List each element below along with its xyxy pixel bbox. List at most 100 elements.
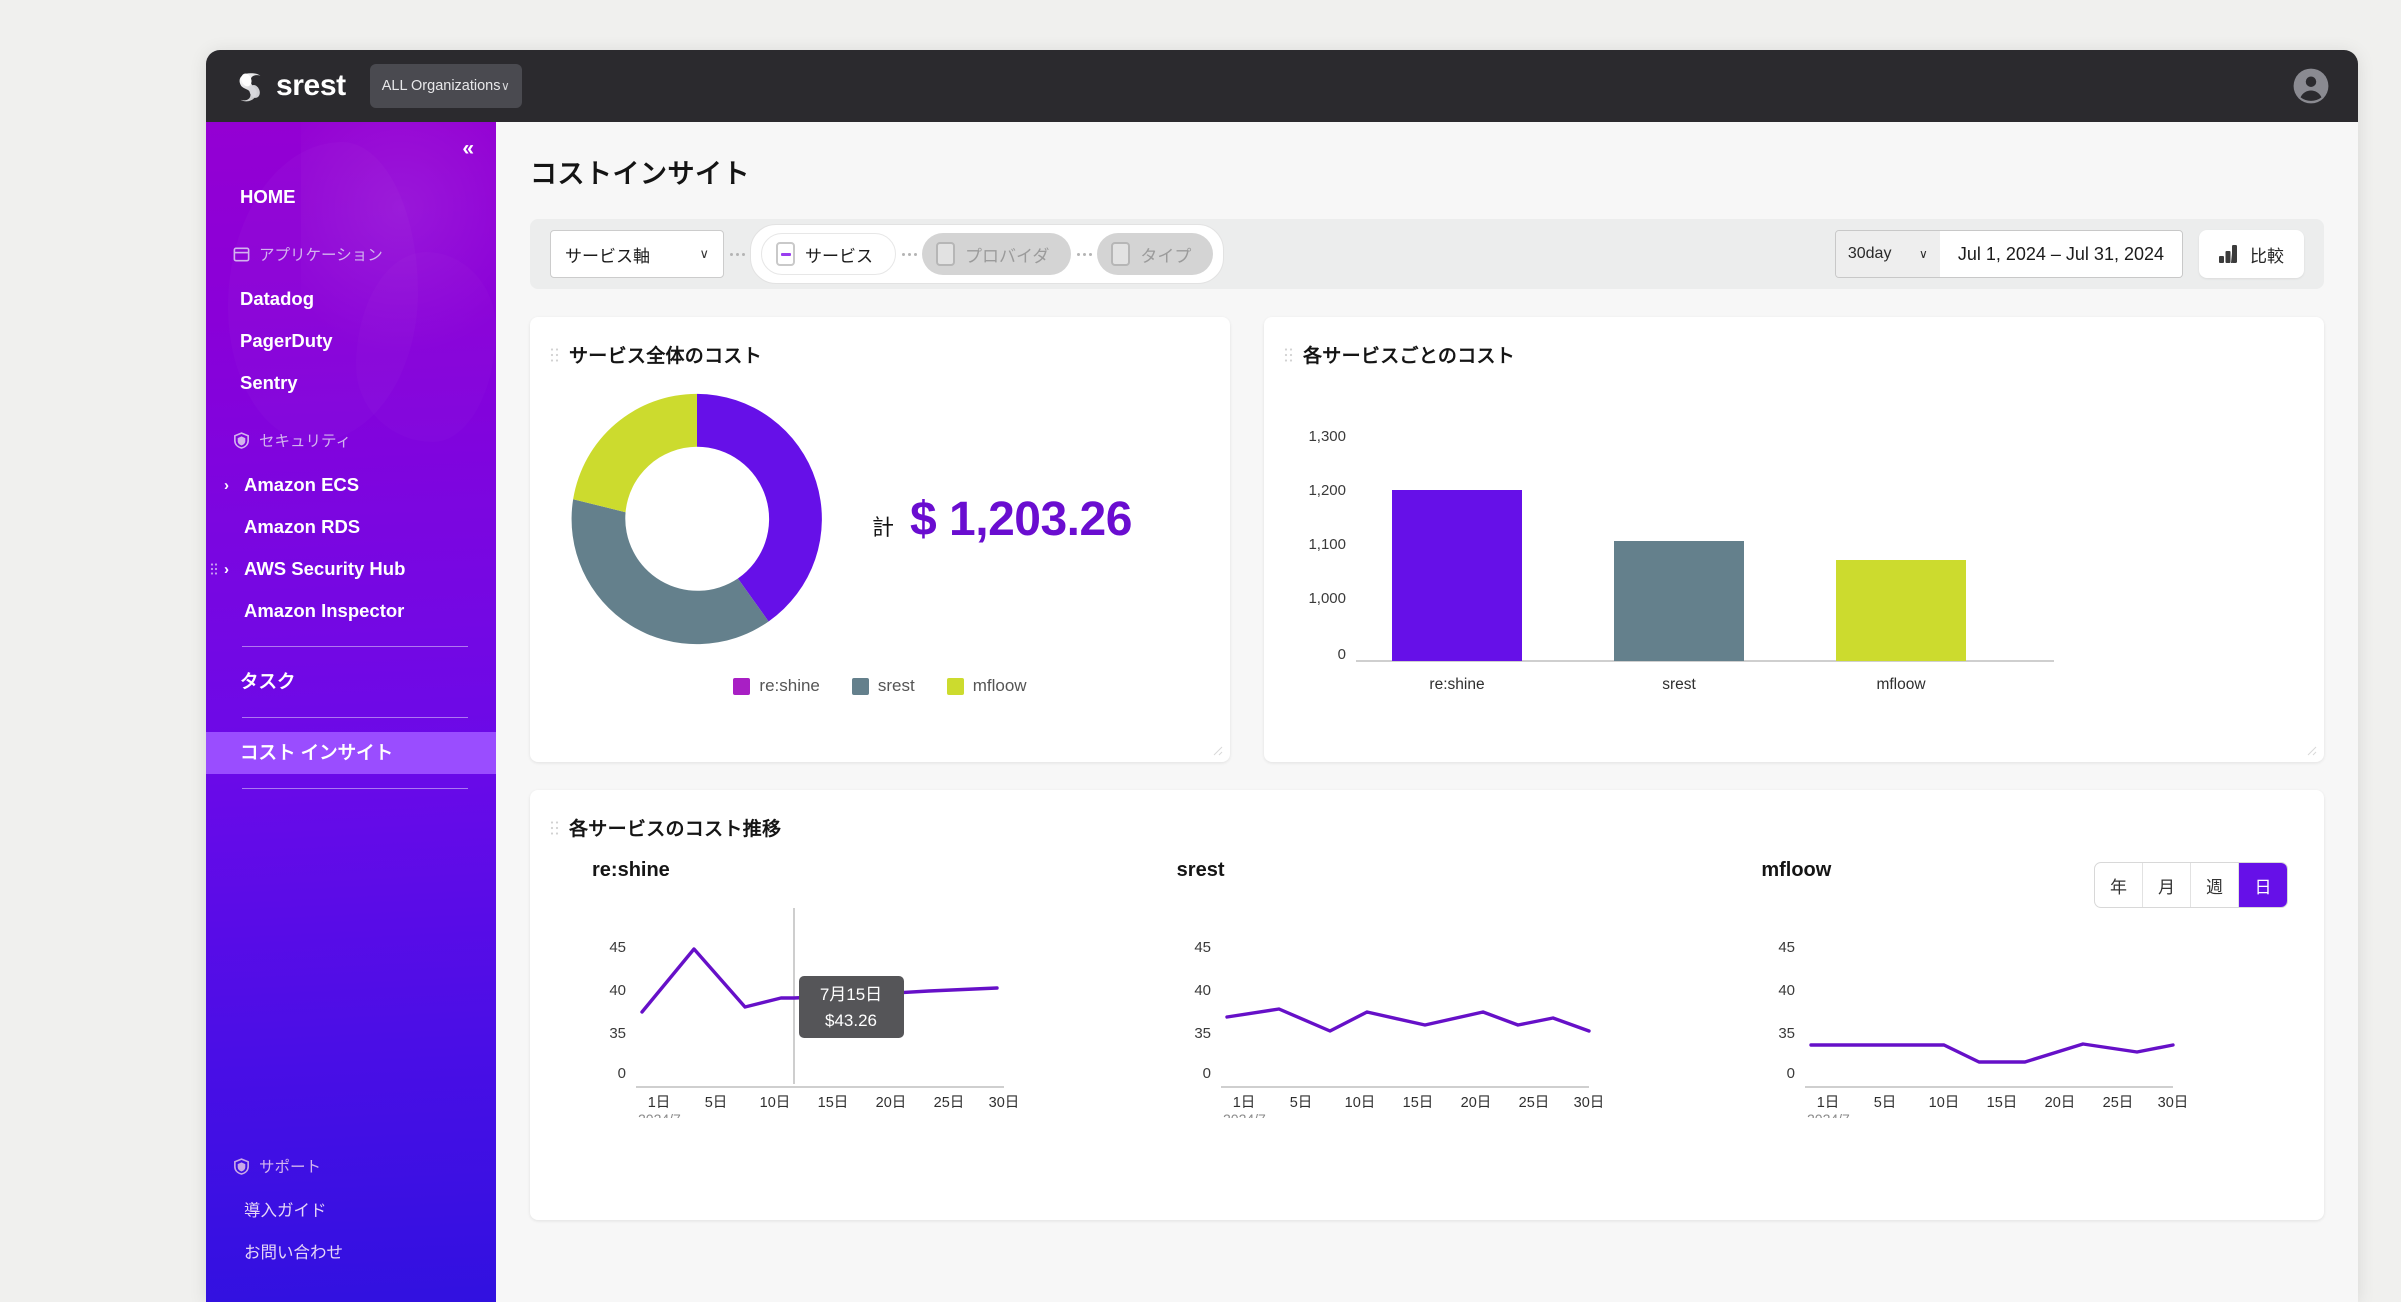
total-cost: 計 $ 1,203.26 — [872, 492, 1132, 547]
resize-handle-icon[interactable] — [2305, 744, 2317, 756]
checkbox-icon — [936, 242, 955, 266]
x-tick-label: 1日 — [1817, 1095, 1840, 1111]
date-range-group: 30day ∨ Jul 1, 2024 – Jul 31, 2024 — [1834, 230, 2183, 278]
filter-bar: サービス軸 ∨ サービス プロバイダ タイプ 30day ∨ Jul 1, 20… — [530, 219, 2324, 289]
x-tick-label: 30日 — [1573, 1095, 1604, 1111]
trend-line — [1224, 1007, 1591, 1033]
avatar[interactable] — [2290, 65, 2332, 107]
y-tick-label: 0 — [1787, 1065, 1795, 1082]
cards-row: サービス全体のコスト 計 $ 1,203.26 re:shine srest m… — [530, 317, 2324, 762]
sidebar-item-label: AWS Security Hub — [244, 558, 406, 579]
filter-chip-label: サービス — [805, 246, 873, 266]
sidebar-item-label: Amazon ECS — [244, 474, 360, 495]
segment-day[interactable]: 日 — [2239, 863, 2287, 907]
legend-item[interactable]: srest — [851, 676, 915, 696]
card-title: サービス全体のコスト — [569, 346, 763, 367]
segment-year[interactable]: 年 — [2095, 863, 2143, 907]
x-axis-label: 2024/7 — [1807, 1111, 1850, 1118]
sidebar-item-home[interactable]: HOME — [206, 176, 496, 218]
filter-chip-provider[interactable]: プロバイダ — [922, 233, 1072, 275]
line-chart-mfloow[interactable]: 45 40 35 0 1日 5日 10日 15日 20日 25日 30日 — [1723, 888, 2203, 1118]
x-tick-label: 10日 — [760, 1095, 791, 1111]
x-tick-label: 10日 — [1929, 1095, 1960, 1111]
sidebar-item-cost-insight[interactable]: コスト インサイト — [206, 732, 496, 774]
x-tick-label: re:shine — [1429, 676, 1484, 693]
sidebar-item-sentry[interactable]: Sentry — [206, 362, 496, 404]
filter-chip-service[interactable]: サービス — [761, 233, 896, 275]
sidebar-section-label: アプリケーション — [259, 247, 383, 264]
bar-chart[interactable]: 1,300 1,200 1,100 1,000 0 re:shine srest… — [1264, 378, 2094, 728]
compare-button-label: 比較 — [2250, 246, 2284, 266]
segment-week[interactable]: 週 — [2191, 863, 2239, 907]
sidebar-item-aws-security-hub[interactable]: › AWS Security Hub — [206, 548, 496, 590]
y-tick-label: 1,300 — [1308, 428, 1346, 445]
sidebar-item-datadog[interactable]: Datadog — [206, 278, 496, 320]
donut-slice-srest — [571, 499, 769, 645]
drag-handle-icon[interactable] — [210, 563, 218, 576]
trend-granularity-control: 年 月 週 日 — [2094, 862, 2288, 908]
chevron-down-icon: ∨ — [699, 246, 709, 261]
x-tick-label: 20日 — [1460, 1095, 1491, 1111]
donut-chart[interactable] — [558, 380, 836, 658]
y-tick-label: 1,200 — [1308, 482, 1346, 499]
organization-select-value: ALL Organizations — [381, 78, 501, 94]
bar-srest — [1614, 541, 1744, 661]
legend-label: mfloow — [972, 676, 1027, 695]
connector-dots — [724, 252, 750, 256]
filter-chip-type[interactable]: タイプ — [1097, 233, 1214, 275]
sidebar-nav: HOME アプリケーション Datadog PagerDuty Sentry セ… — [206, 124, 496, 789]
drag-handle-icon[interactable] — [550, 347, 559, 363]
filter-right-controls: 30day ∨ Jul 1, 2024 – Jul 31, 2024 比較 — [1834, 230, 2304, 278]
brand[interactable]: srest — [234, 70, 346, 103]
tooltip-date: 7月15日 — [820, 985, 882, 1004]
line-chart-reshine[interactable]: 45 40 35 0 7月15日 $43.26 1日 5日 10日 15日 20… — [554, 888, 1034, 1118]
sidebar-item-amazon-inspector[interactable]: Amazon Inspector — [206, 590, 496, 632]
x-tick-label: 15日 — [1402, 1095, 1433, 1111]
x-tick-label: 5日 — [705, 1095, 728, 1111]
sidebar-item-amazon-ecs[interactable]: › Amazon ECS — [206, 464, 496, 506]
page-title: コストインサイト — [530, 159, 750, 189]
sidebar-section-label: セキュリティ — [259, 433, 352, 450]
y-tick-label: 40 — [1779, 982, 1796, 999]
sidebar-item-onboarding-guide[interactable]: 導入ガイド — [206, 1190, 496, 1232]
donut-legend: re:shine srest mfloow — [530, 676, 1230, 696]
x-tick-label: 25日 — [2103, 1095, 2134, 1111]
y-tick-label: 45 — [1779, 939, 1796, 956]
tooltip-value: $43.26 — [825, 1011, 877, 1030]
x-axis-label: 2024/7 — [638, 1111, 681, 1118]
sidebar-item-amazon-rds[interactable]: Amazon RDS — [206, 506, 496, 548]
drag-handle-icon[interactable] — [1284, 347, 1293, 363]
card-header: サービス全体のコスト — [530, 317, 1230, 368]
drag-handle-icon[interactable] — [550, 820, 559, 836]
connector-dots — [896, 252, 922, 256]
legend-item[interactable]: re:shine — [733, 676, 820, 696]
compare-button[interactable]: 比較 — [2199, 230, 2304, 278]
y-tick-label: 45 — [609, 939, 626, 956]
bar-chart-icon — [2219, 244, 2237, 263]
resize-handle-icon[interactable] — [1211, 744, 1223, 756]
range-preset-value: 30day — [1847, 245, 1892, 262]
segment-month[interactable]: 月 — [2143, 863, 2191, 907]
y-tick-label: 1,100 — [1308, 536, 1346, 553]
card-cost-per-service: 各サービスごとのコスト 1,300 1,200 1,100 1,000 0 re… — [1264, 317, 2324, 762]
sidebar-item-pagerduty[interactable]: PagerDuty — [206, 320, 496, 362]
legend-item[interactable]: mfloow — [946, 676, 1027, 696]
axis-select[interactable]: サービス軸 ∨ — [550, 230, 724, 278]
trend-line — [1809, 1042, 2176, 1064]
x-tick-label: 25日 — [1518, 1095, 1549, 1111]
sidebar-item-task[interactable]: タスク — [206, 661, 496, 703]
y-tick-label: 1,000 — [1308, 590, 1346, 607]
card-total-service-cost: サービス全体のコスト 計 $ 1,203.26 re:shine srest m… — [530, 317, 1230, 762]
legend-swatch — [946, 677, 964, 695]
organization-select[interactable]: ALL Organizations ∨ — [369, 64, 522, 108]
filter-chip-label: タイプ — [1140, 246, 1192, 266]
date-range-value[interactable]: Jul 1, 2024 – Jul 31, 2024 — [1939, 231, 2182, 277]
sidebar-divider — [242, 717, 468, 718]
card-cost-trend: 各サービスのコスト推移 年 月 週 日 re:shine 45 40 35 0 … — [530, 790, 2324, 1220]
connector-dots — [1071, 252, 1097, 256]
sidebar-section-support: サポート — [206, 1142, 496, 1190]
range-preset-select[interactable]: 30day ∨ — [1835, 231, 1940, 277]
line-chart-srest[interactable]: 45 40 35 0 1日 5日 10日 15日 20日 25日 30日 — [1139, 888, 1619, 1118]
sidebar-collapse-button[interactable]: « — [462, 138, 474, 159]
sidebar-item-contact[interactable]: お問い合わせ — [206, 1232, 496, 1274]
